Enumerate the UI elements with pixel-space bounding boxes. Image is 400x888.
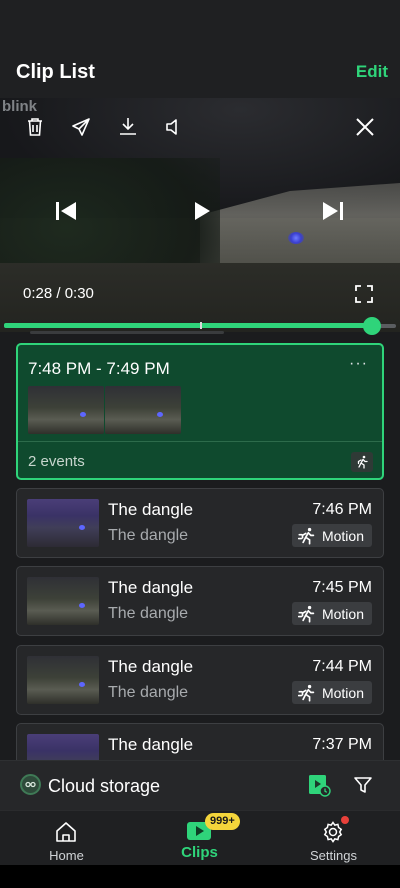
blink-watermark: blink (2, 98, 38, 115)
video-frame-light (288, 232, 304, 244)
filter-icon[interactable] (352, 774, 374, 796)
system-nav-area (0, 865, 400, 888)
motion-badge-label: Motion (321, 605, 364, 622)
share-icon[interactable] (70, 116, 92, 138)
motion-icon (351, 452, 373, 472)
clip-camera-name: The dangle (108, 527, 189, 544)
clip-camera-name: The dangle (108, 684, 189, 701)
tab-clips[interactable]: Clips (133, 811, 266, 866)
clip-card[interactable]: The dangle The dangle 7:45 PM Motion (16, 566, 384, 636)
video-player[interactable]: blink 0:28 / 0:30 (0, 98, 400, 332)
volume-icon[interactable] (163, 116, 187, 138)
clip-thumbnail[interactable] (28, 386, 104, 434)
clip-title: The dangle (108, 657, 194, 676)
cloud-storage-label[interactable]: Cloud storage (48, 776, 160, 797)
clip-thumbnail (27, 577, 99, 625)
clip-title: The dangle (108, 500, 194, 519)
scrubber-marker (200, 322, 202, 329)
trash-icon[interactable] (24, 116, 46, 138)
cloud-storage-icon[interactable] (20, 774, 41, 795)
clip-card[interactable]: The dangle 7:37 PM (16, 723, 384, 760)
clip-time: 7:46 PM (312, 501, 372, 518)
group-thumbnails (28, 386, 181, 434)
clip-title: The dangle (108, 735, 194, 754)
bottom-tab-bar: Home Clips 999+ Settings (0, 810, 400, 865)
clips-screen: Clip List Edit blink 0:28 / 0:30 7:48 PM… (0, 0, 400, 888)
motion-badge: Motion (291, 524, 372, 547)
skip-back-icon[interactable] (53, 198, 79, 224)
fullscreen-icon[interactable] (353, 283, 375, 305)
more-options-icon[interactable]: ··· (349, 355, 368, 373)
group-time-range: 7:48 PM - 7:49 PM (28, 359, 170, 378)
close-icon[interactable] (353, 115, 377, 139)
motion-badge: Motion (291, 681, 372, 704)
scrubber-thumb[interactable] (363, 317, 382, 335)
tab-home[interactable]: Home (0, 811, 133, 866)
clip-thumbnail[interactable] (105, 386, 181, 434)
play-icon[interactable] (189, 198, 215, 224)
motion-badge-label: Motion (321, 527, 364, 544)
gear-icon (321, 820, 345, 844)
clip-thumbnail (27, 734, 99, 760)
time-readout: 0:28 / 0:30 (23, 285, 94, 302)
top-header: Clip List Edit (0, 0, 400, 98)
home-icon (54, 820, 78, 844)
clips-count-badge: 999+ (205, 813, 240, 830)
motion-badge: Motion (291, 602, 372, 625)
storage-bar: Cloud storage (0, 760, 400, 810)
settings-alert-dot (341, 816, 349, 824)
clip-library-icon[interactable] (307, 773, 331, 797)
tab-settings-label: Settings (310, 848, 357, 863)
clip-thumbnail (27, 656, 99, 704)
selected-clip-group[interactable]: 7:48 PM - 7:49 PM ··· 2 events (16, 343, 384, 480)
clip-card[interactable]: The dangle The dangle 7:46 PM Motion (16, 488, 384, 558)
page-title: Clip List (16, 61, 95, 83)
tab-clips-label: Clips (181, 844, 218, 861)
motion-icon (297, 605, 315, 623)
download-icon[interactable] (117, 115, 139, 137)
motion-icon (297, 527, 315, 545)
events-count: 2 events (28, 453, 85, 470)
scrubber-progress (4, 323, 373, 328)
motion-icon (297, 684, 315, 702)
divider (18, 441, 382, 442)
clip-time: 7:45 PM (312, 579, 372, 596)
clip-list[interactable]: 7:48 PM - 7:49 PM ··· 2 events The dangl… (0, 336, 400, 760)
edit-button[interactable]: Edit (356, 62, 388, 82)
clip-card[interactable]: The dangle The dangle 7:44 PM Motion (16, 645, 384, 715)
clip-strip-indicator (30, 331, 224, 334)
tab-home-label: Home (49, 848, 84, 863)
tab-settings[interactable]: Settings (267, 811, 400, 866)
clip-camera-name: The dangle (108, 605, 189, 622)
skip-forward-icon[interactable] (320, 198, 346, 224)
clip-time: 7:37 PM (312, 736, 372, 753)
clip-time: 7:44 PM (312, 658, 372, 675)
motion-badge-label: Motion (321, 684, 364, 701)
clip-title: The dangle (108, 578, 194, 597)
clip-thumbnail (27, 499, 99, 547)
